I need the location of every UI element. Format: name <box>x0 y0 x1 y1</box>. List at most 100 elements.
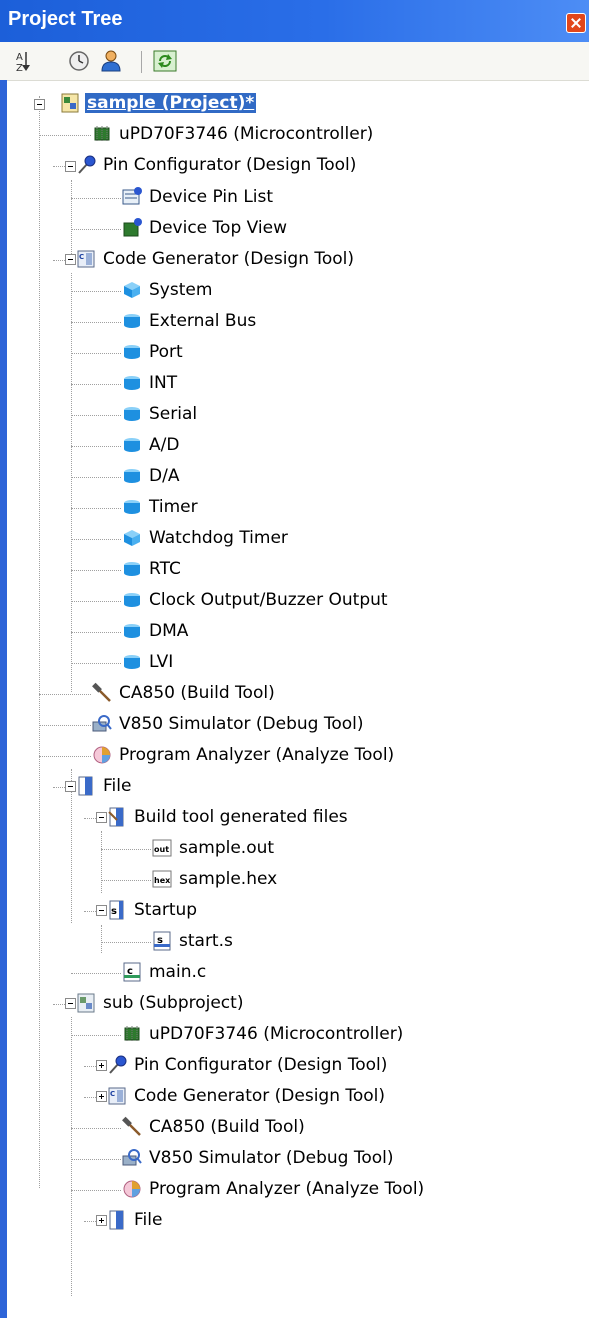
tree-node-label: sub (Subproject) <box>103 993 244 1013</box>
tree-node[interactable]: uPD70F3746 (Microcontroller) <box>91 119 373 149</box>
tree-node[interactable]: Clock Output/Buzzer Output <box>121 585 388 615</box>
project-tree: sample (Project)* uPD70F3746 (Microcontr… <box>7 80 589 1318</box>
tree-line <box>71 1128 121 1129</box>
tree-node[interactable]: V850 Simulator (Debug Tool) <box>121 1143 394 1173</box>
tree-node-subproject[interactable]: sub (Subproject) <box>75 988 243 1018</box>
tree-node-label: start.s <box>179 931 233 951</box>
svg-text:hex: hex <box>154 876 171 885</box>
tree-line <box>71 353 121 354</box>
tree-node[interactable]: Pin Configurator (Design Tool) <box>75 150 356 180</box>
tree-node[interactable]: File <box>75 771 131 801</box>
tree-node[interactable]: s Startup <box>106 895 197 925</box>
tree-node[interactable]: uPD70F3746 (Microcontroller) <box>121 1019 403 1049</box>
tree-node-label: Pin Configurator (Design Tool) <box>134 1055 388 1075</box>
tree-node[interactable]: External Bus <box>121 306 256 336</box>
tree-node[interactable]: LVI <box>121 647 173 677</box>
pin-list-icon <box>122 187 142 205</box>
sort-az-button[interactable]: A Z <box>12 49 38 74</box>
tree-node[interactable]: C Code Generator (Design Tool) <box>75 244 354 274</box>
tree-node[interactable]: c main.c <box>121 957 206 987</box>
tree-line <box>71 1035 121 1036</box>
pin-tool-icon <box>78 155 96 174</box>
svg-text:A: A <box>16 52 23 63</box>
s-file-icon: s <box>153 931 171 951</box>
tree-line <box>71 229 121 230</box>
tree-node[interactable]: D/A <box>121 461 179 491</box>
tree-node-label: Port <box>149 342 183 362</box>
tree-node[interactable]: s start.s <box>151 926 233 956</box>
cube-icon <box>124 593 140 607</box>
tree-node-label: Clock Output/Buzzer Output <box>149 590 388 610</box>
tree-line <box>101 849 151 850</box>
tree-node-label: RTC <box>149 559 181 579</box>
tree-line <box>71 632 121 633</box>
tree-node[interactable]: INT <box>121 368 177 398</box>
tree-node[interactable]: hex sample.hex <box>151 864 277 894</box>
hex-file-icon: hex <box>152 870 172 888</box>
tree-node-label: V850 Simulator (Debug Tool) <box>149 1148 394 1168</box>
close-button[interactable] <box>566 13 586 33</box>
tree-line <box>71 663 121 664</box>
hammer-icon <box>122 1116 141 1136</box>
folder-build-icon <box>108 807 124 827</box>
cube-icon <box>124 314 140 328</box>
cube-icon <box>124 562 140 576</box>
tree-node[interactable]: A/D <box>121 430 179 460</box>
tree-node[interactable]: Pin Configurator (Design Tool) <box>106 1050 387 1080</box>
tree-node[interactable]: Program Analyzer (Analyze Tool) <box>91 740 394 770</box>
tree-node-label: Startup <box>134 900 198 920</box>
user-icon <box>101 50 121 72</box>
svg-text:out: out <box>154 845 169 854</box>
tree-line <box>71 180 72 260</box>
tree-node[interactable]: Watchdog Timer <box>121 523 288 553</box>
tree-line <box>71 973 121 974</box>
tree-node-label: Program Analyzer (Analyze Tool) <box>149 1179 425 1199</box>
tree-node[interactable]: CA850 (Build Tool) <box>121 1112 305 1142</box>
tree-node-label: uPD70F3746 (Microcontroller) <box>149 1024 404 1044</box>
tree-node-label: Watchdog Timer <box>149 528 288 548</box>
tree-node[interactable]: out sample.out <box>151 833 274 863</box>
analyzer-icon <box>123 1180 141 1198</box>
svg-text:s: s <box>111 906 117 917</box>
tree-node[interactable]: DMA <box>121 616 188 646</box>
tree-node-project[interactable]: sample (Project)* <box>59 88 257 118</box>
cube-icon <box>124 500 140 514</box>
tree-node-label: System <box>149 280 213 300</box>
user-button[interactable] <box>98 49 124 73</box>
tree-node[interactable]: CA850 (Build Tool) <box>91 678 275 708</box>
cube-icon <box>124 530 140 546</box>
tree-node-label: main.c <box>149 962 207 982</box>
collapse-toggle[interactable] <box>34 99 45 110</box>
cube-icon <box>124 376 140 390</box>
tree-line <box>39 96 40 1188</box>
tree-line <box>71 198 121 199</box>
tree-line <box>71 291 121 292</box>
tree-node[interactable]: Port <box>121 337 183 367</box>
tree-node[interactable]: Timer <box>121 492 198 522</box>
tree-node-label: LVI <box>149 652 174 672</box>
tree-line <box>39 756 91 757</box>
tree-node[interactable]: Device Top View <box>121 213 287 243</box>
tree-node[interactable]: V850 Simulator (Debug Tool) <box>91 709 364 739</box>
tree-node[interactable]: System <box>121 275 212 305</box>
tree-node-label: External Bus <box>149 311 257 331</box>
tree-node[interactable]: Device Pin List <box>121 182 273 212</box>
refresh-button[interactable] <box>152 49 178 73</box>
cube-icon <box>124 655 140 669</box>
tree-node[interactable]: Program Analyzer (Analyze Tool) <box>121 1174 424 1204</box>
cube-icon <box>124 345 140 359</box>
tree-line <box>39 725 91 726</box>
tree-node[interactable]: File <box>106 1205 162 1235</box>
tree-node[interactable]: C Code Generator (Design Tool) <box>106 1081 385 1111</box>
history-button[interactable] <box>66 49 92 73</box>
project-icon <box>61 93 79 113</box>
pin-tool-icon <box>109 1055 127 1074</box>
tree-node[interactable]: Build tool generated files <box>106 802 348 832</box>
panel-left-border <box>0 80 7 1318</box>
tree-node[interactable]: Serial <box>121 399 197 429</box>
tree-node-label: D/A <box>149 466 180 486</box>
tree-line <box>101 942 151 943</box>
tree-node-label: Build tool generated files <box>134 807 348 827</box>
tree-node[interactable]: RTC <box>121 554 181 584</box>
svg-text:Z: Z <box>16 63 23 73</box>
